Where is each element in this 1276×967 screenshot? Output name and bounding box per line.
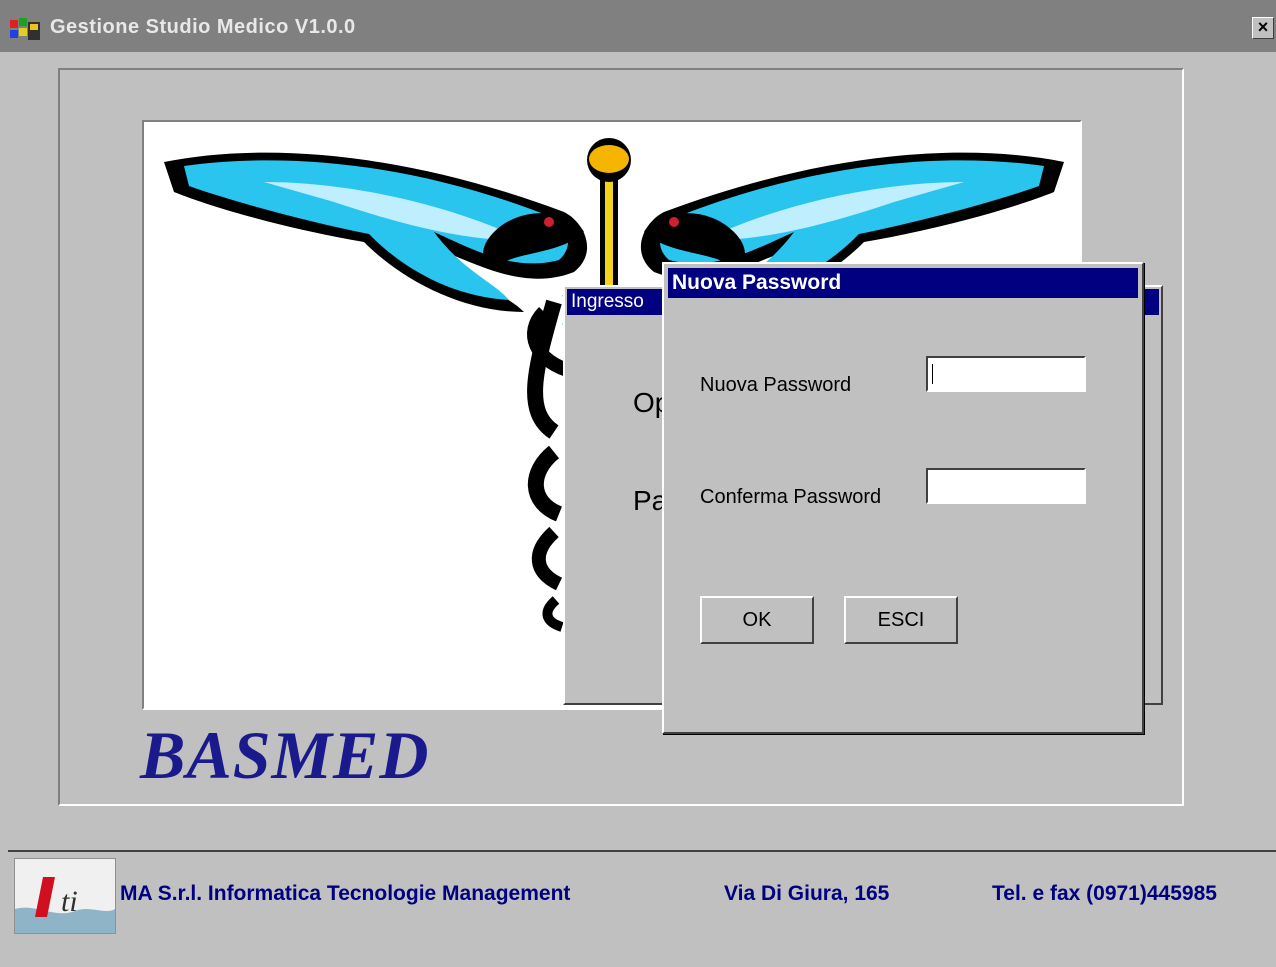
new-password-dialog: Nuova Password Nuova Password Conferma P… xyxy=(662,262,1144,734)
footer-phone: Tel. e fax (0971)445985 xyxy=(992,882,1217,905)
confirm-password-input[interactable] xyxy=(926,468,1086,504)
footer-address: Via Di Giura, 165 xyxy=(724,882,890,905)
new-password-dialog-title: Nuova Password xyxy=(668,268,1138,298)
new-password-label: Nuova Password xyxy=(700,374,852,396)
footer-bar xyxy=(8,850,1276,967)
brand-logo-text: BASMED xyxy=(140,717,430,793)
ok-button[interactable]: OK xyxy=(700,596,814,644)
window-title-bar: Gestione Studio Medico V1.0.0 × xyxy=(0,0,1276,52)
confirm-password-label: Conferma Password xyxy=(700,486,882,508)
close-window-button[interactable]: × xyxy=(1252,17,1274,39)
footer-company-name: MA S.r.l. Informatica Tecnologie Managem… xyxy=(120,882,571,905)
esci-button[interactable]: ESCI xyxy=(844,596,958,644)
svg-text:ti: ti xyxy=(61,885,78,918)
window-title: Gestione Studio Medico V1.0.0 xyxy=(50,16,356,38)
new-password-input[interactable] xyxy=(926,356,1086,392)
windows-app-icon xyxy=(10,18,40,40)
company-logo-icon: ti xyxy=(14,858,116,934)
text-caret xyxy=(932,364,933,384)
